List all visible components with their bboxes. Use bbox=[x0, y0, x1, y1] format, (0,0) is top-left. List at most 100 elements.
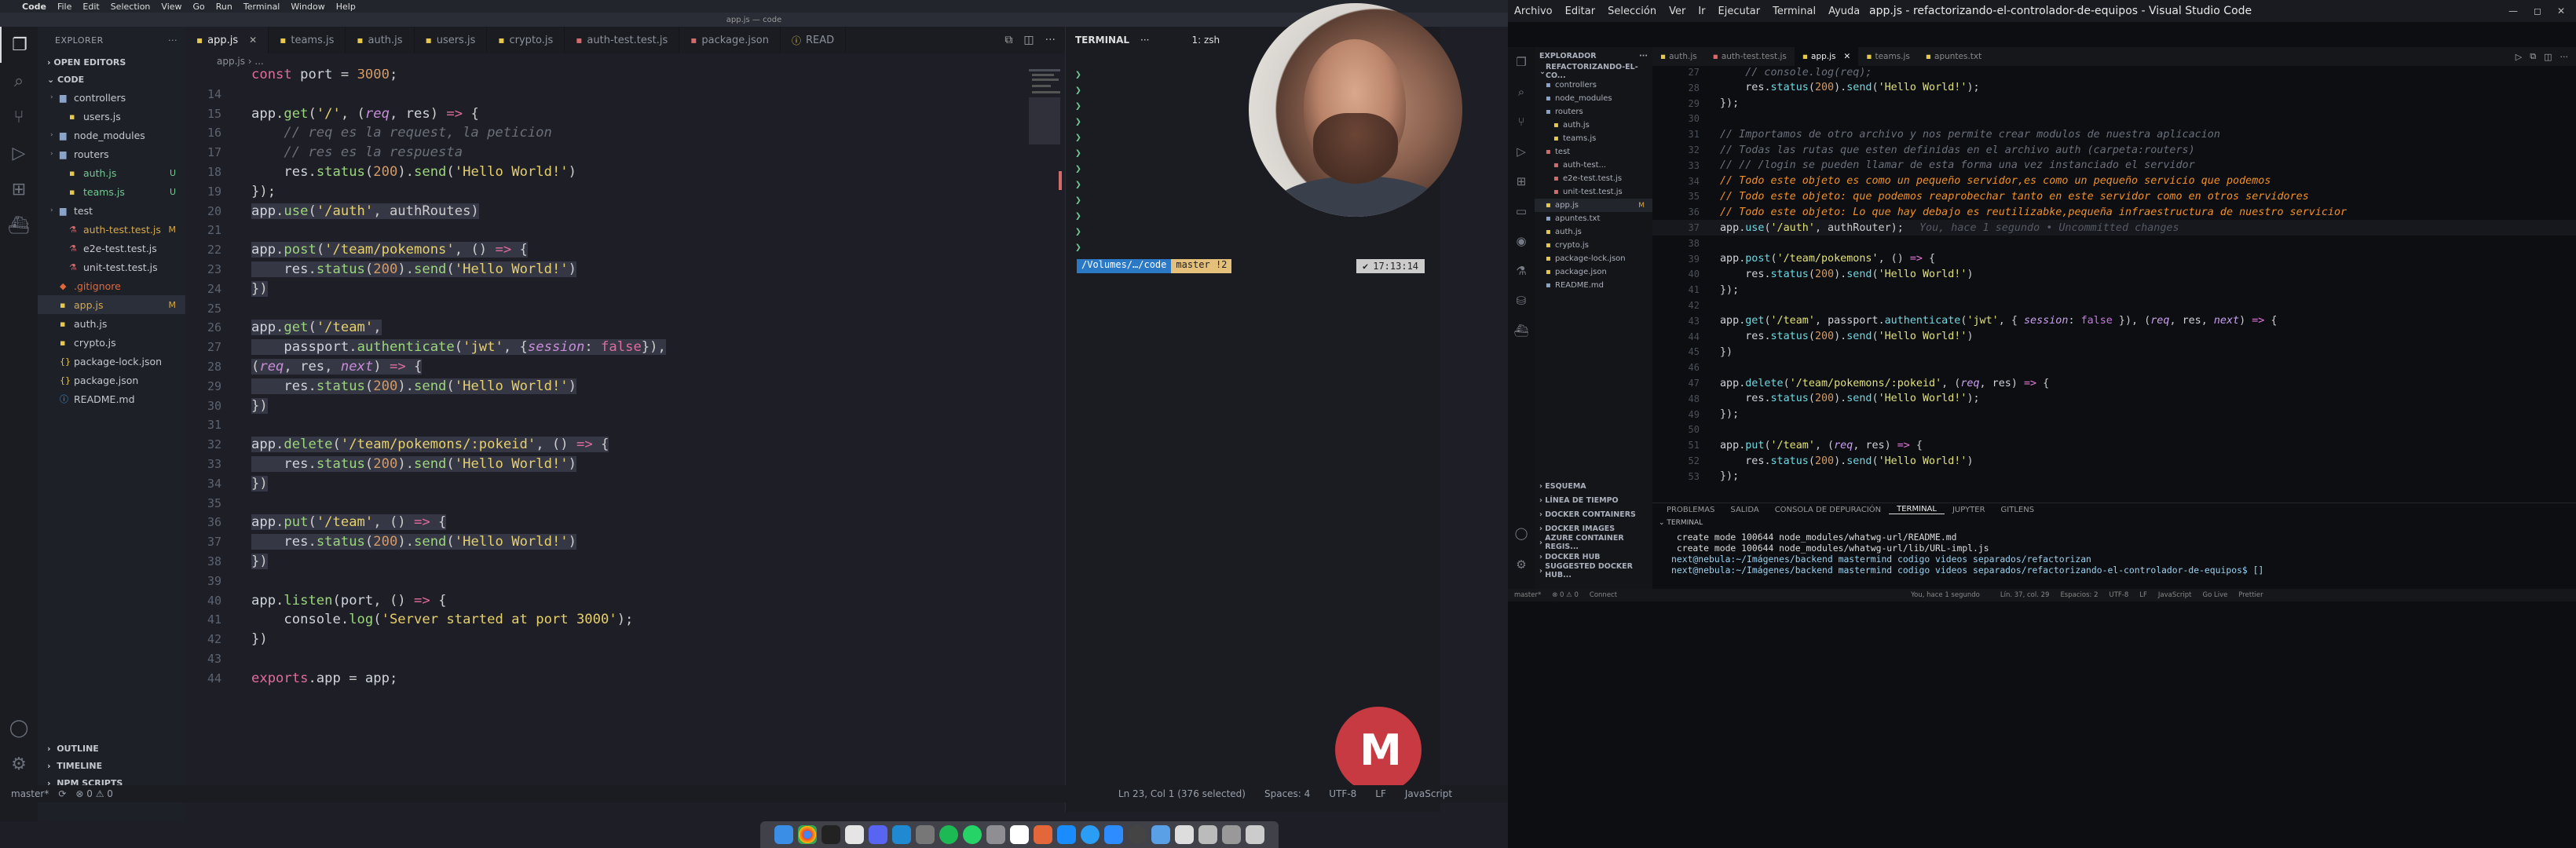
code-editor[interactable]: 27 // console.log(req); 28 res.status(200… bbox=[1652, 66, 2576, 490]
menu-help[interactable]: Help bbox=[336, 2, 356, 12]
zoom-icon[interactable] bbox=[1104, 825, 1123, 844]
panel-tab[interactable]: TERMINAL bbox=[1889, 505, 1945, 514]
code-line[interactable]: 33 res.status(200).send('Hello World!') bbox=[185, 454, 577, 474]
menu-file[interactable]: File bbox=[57, 2, 71, 12]
code-line[interactable]: 31 // Importamos de otro archivo y nos pe… bbox=[1652, 126, 2220, 142]
account-icon[interactable]: ◯ bbox=[1508, 518, 1535, 548]
code-line[interactable]: 18 res.status(200).send('Hello World!') bbox=[185, 162, 576, 182]
window-thumb-icon[interactable] bbox=[1198, 825, 1217, 844]
maximize-icon[interactable]: ◻ bbox=[2534, 5, 2541, 16]
editor-tab[interactable]: ▪ auth-test.test.js bbox=[1705, 47, 1795, 66]
window-thumb-icon[interactable] bbox=[1222, 825, 1241, 844]
tree-item[interactable]: ▪ controllers bbox=[1535, 79, 1652, 92]
tree-item[interactable]: ⓘ README.md bbox=[38, 389, 185, 408]
menu-run[interactable]: Run bbox=[216, 2, 232, 12]
code-line[interactable]: 49}); bbox=[1652, 407, 1740, 422]
trash-icon[interactable] bbox=[1246, 825, 1264, 844]
split-editor-icon[interactable]: ◫ bbox=[1023, 34, 1034, 46]
code-line[interactable]: 30}) bbox=[185, 396, 268, 416]
tree-item[interactable]: ▪ users.js bbox=[38, 107, 185, 126]
code-line[interactable]: 44 exports.app = app; bbox=[185, 668, 397, 689]
code-line[interactable]: 41}); bbox=[1652, 282, 1740, 298]
sidebar-section[interactable]: › DOCKER CONTAINERS bbox=[1535, 507, 1652, 521]
files-icon[interactable]: ❐ bbox=[0, 27, 38, 63]
code-line[interactable]: 43 app.get('/team', passport.authenticate… bbox=[1652, 313, 2278, 329]
compare-icon[interactable]: ⧉ bbox=[1004, 34, 1012, 46]
testing-icon[interactable]: ⚗ bbox=[1508, 256, 1535, 286]
code-line[interactable]: 29}); bbox=[1652, 96, 1740, 111]
tree-item[interactable]: ▪ package-lock.json bbox=[1535, 252, 1652, 265]
tree-item[interactable]: ▪ node_modules bbox=[1535, 92, 1652, 105]
slack-icon[interactable] bbox=[845, 825, 864, 844]
tree-item[interactable]: ▪ auth-test... bbox=[1535, 159, 1652, 172]
code-line[interactable]: 27 // console.log(req); bbox=[1652, 64, 1872, 80]
gear-icon[interactable]: ⚙ bbox=[0, 746, 38, 782]
editor-tab[interactable]: ▪ auth-test.test.js bbox=[565, 27, 680, 53]
sidebar-section[interactable]: › LÍNEA DE TIEMPO bbox=[1535, 493, 1652, 507]
run-debug-icon[interactable]: ▷ bbox=[1508, 137, 1535, 166]
sync-icon[interactable]: ⟳ bbox=[58, 788, 66, 799]
menu-item[interactable]: Editar bbox=[1565, 5, 1596, 17]
editor-tab[interactable]: ▪ package.json bbox=[679, 27, 781, 53]
code-line[interactable]: 16 // req es la request, la peticion bbox=[185, 122, 552, 143]
status-item[interactable]: Lín. 37, col. 29 bbox=[2000, 591, 2050, 599]
vscode-icon[interactable] bbox=[892, 825, 911, 844]
minimap[interactable] bbox=[1029, 69, 1063, 305]
tree-item[interactable]: ▪ routers bbox=[1535, 105, 1652, 119]
code-line[interactable]: 20 app.use('/auth', authRoutes) bbox=[185, 201, 479, 221]
outline-section[interactable]: › OUTLINE bbox=[38, 740, 185, 757]
tree-item[interactable]: ▪ e2e-test.test.js bbox=[1535, 172, 1652, 185]
menu-go[interactable]: Go bbox=[193, 2, 205, 12]
minimize-icon[interactable]: — bbox=[2508, 5, 2518, 16]
breadcrumb[interactable]: app.js › ... bbox=[185, 53, 1065, 69]
panel-tab[interactable]: SALIDA bbox=[1722, 506, 1766, 514]
code-line[interactable]: 42}) bbox=[185, 629, 268, 649]
run-icon[interactable]: ▷ bbox=[2516, 52, 2522, 62]
window-thumb-icon[interactable] bbox=[1175, 825, 1194, 844]
editor-tab[interactable]: ▪ app.js ✕ bbox=[1794, 47, 1859, 66]
code-line[interactable]: 32 app.delete('/team/pokemons/:pokeid', (… bbox=[185, 434, 609, 455]
app-store-icon[interactable] bbox=[1057, 825, 1076, 844]
close-icon[interactable]: ✕ bbox=[1844, 52, 1851, 61]
editor-tab[interactable]: ▪ auth.js bbox=[1652, 47, 1705, 66]
spotify-icon[interactable] bbox=[939, 825, 958, 844]
tree-item[interactable]: ▪ package.json bbox=[1535, 265, 1652, 279]
database-icon[interactable]: ⛁ bbox=[1508, 286, 1535, 316]
code-line[interactable]: 22 app.post('/team/pokemons', () => { bbox=[185, 239, 528, 260]
code-line[interactable]: 32 // Todas las rutas que esten definidas… bbox=[1652, 142, 2195, 158]
terminal-shell-select[interactable]: 1: zsh bbox=[1191, 35, 1220, 46]
code-line[interactable]: 46 bbox=[1652, 360, 1700, 375]
code-folder-section[interactable]: ⌄ CODE bbox=[38, 71, 185, 88]
tree-item[interactable]: ▪ teams.js U bbox=[38, 182, 185, 201]
code-line[interactable]: 40 res.status(200).send('Hello World!') bbox=[1652, 266, 1974, 282]
code-line[interactable]: 36 // Todo este objeto: Lo que hay debajo… bbox=[1652, 204, 2347, 220]
tree-item[interactable]: ▪ auth.js U bbox=[38, 163, 185, 182]
more-actions-icon[interactable]: ··· bbox=[168, 35, 177, 46]
panel-tab[interactable]: CONSOLA DE DEPURACIÓN bbox=[1767, 506, 1889, 514]
code-line[interactable]: 50 bbox=[1652, 422, 1700, 437]
tree-item[interactable]: ▪ test bbox=[1535, 145, 1652, 159]
branch-status[interactable]: master* bbox=[11, 788, 49, 799]
whatsapp-icon[interactable] bbox=[963, 825, 982, 844]
code-line[interactable]: 52 res.status(200).send('Hello World!') bbox=[1652, 453, 1974, 469]
run-debug-icon[interactable]: ▷ bbox=[0, 135, 38, 171]
tree-item[interactable]: {} package-lock.json bbox=[38, 352, 185, 371]
status-item[interactable]: JavaScript bbox=[2158, 591, 2192, 599]
tree-item[interactable]: ▪ auth.js bbox=[38, 314, 185, 333]
panel-tab[interactable]: GITLENS bbox=[1993, 506, 2043, 514]
more-actions-icon[interactable]: ··· bbox=[1140, 35, 1149, 46]
editor-tab[interactable]: ▪ teams.js bbox=[269, 27, 346, 53]
menu-terminal[interactable]: Terminal bbox=[243, 2, 280, 12]
files-icon[interactable]: ❐ bbox=[1508, 47, 1535, 77]
compare-icon[interactable]: ⧉ bbox=[2530, 51, 2536, 62]
status-item[interactable]: Espacios: 2 bbox=[2060, 591, 2098, 599]
project-folder[interactable]: ⌄ REFACTORIZANDO-EL-CO... bbox=[1535, 63, 1652, 80]
timeline-section[interactable]: › TIMELINE bbox=[38, 757, 185, 774]
tree-item[interactable]: {} package.json bbox=[38, 371, 185, 389]
account-icon[interactable]: ◯ bbox=[0, 710, 38, 746]
status-item[interactable]: master* bbox=[1514, 591, 1541, 599]
code-line[interactable]: 37 app.use('/auth', authRouter); You, hace… bbox=[1652, 220, 2576, 236]
tree-item[interactable]: ▪ auth.js bbox=[1535, 225, 1652, 239]
code-line[interactable]: 38}) bbox=[185, 551, 268, 572]
menu-item[interactable]: Ir bbox=[1698, 5, 1705, 17]
